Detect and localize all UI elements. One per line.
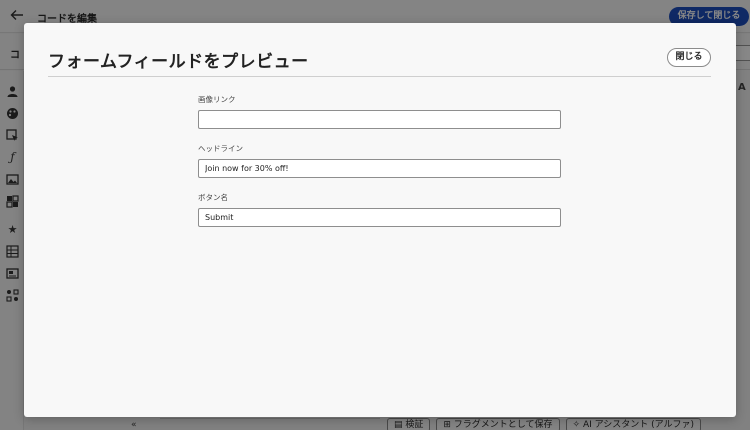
image-link-field-group: 画像リンク (198, 94, 561, 129)
preview-form-fields-dialog: フォームフィールドをプレビュー 閉じる 画像リンク ヘッドライン ボタン名 (24, 23, 736, 417)
image-link-label: 画像リンク (198, 95, 236, 104)
button-name-field-group: ボタン名 (198, 192, 561, 227)
headline-input[interactable] (198, 159, 561, 178)
dialog-title: フォームフィールドをプレビュー (48, 52, 309, 72)
button-name-input[interactable] (198, 208, 561, 227)
button-name-label: ボタン名 (198, 193, 228, 202)
headline-label: ヘッドライン (198, 144, 243, 153)
image-link-input[interactable] (198, 110, 561, 129)
headline-field-group: ヘッドライン (198, 143, 561, 178)
close-button[interactable]: 閉じる (667, 48, 711, 67)
dialog-divider (48, 76, 711, 77)
